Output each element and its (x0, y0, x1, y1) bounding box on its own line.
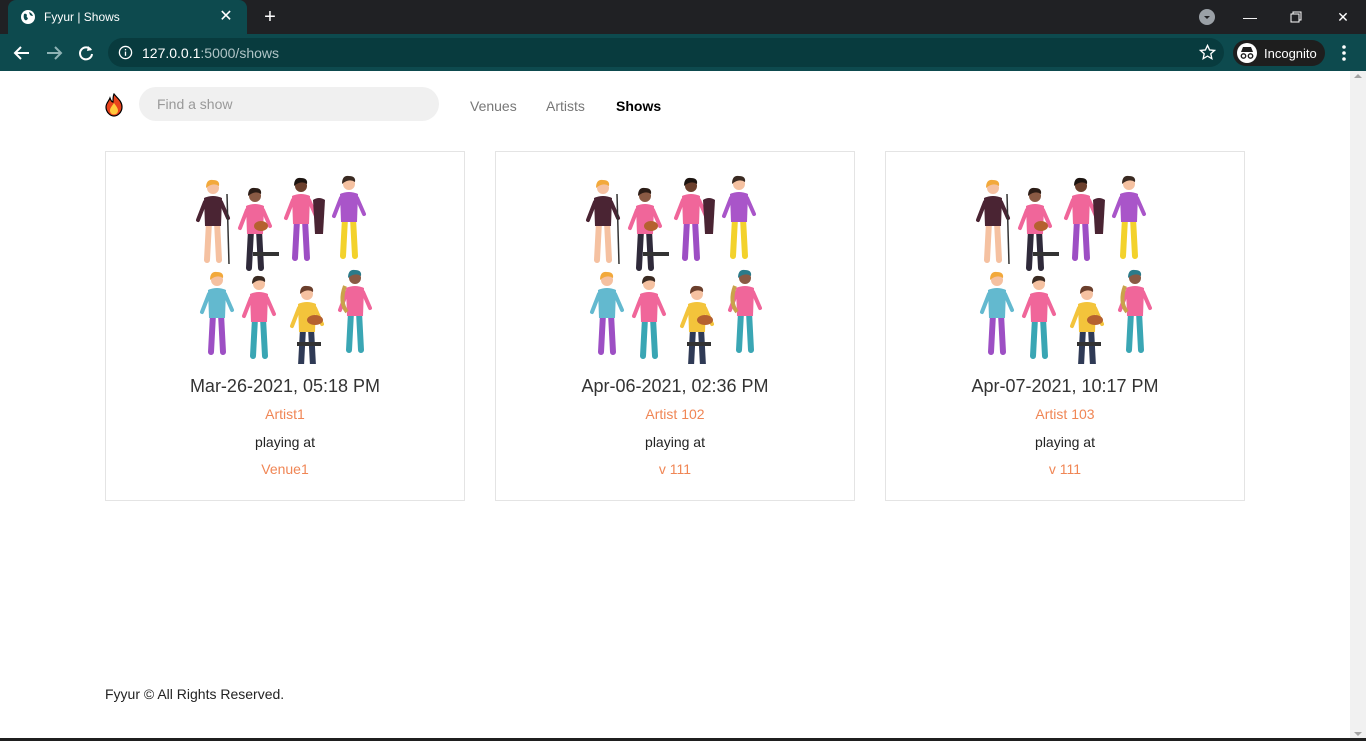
show-date: Apr-07-2021, 10:17 PM (971, 376, 1159, 396)
show-venue-link[interactable]: Venue1 (106, 461, 464, 477)
show-artist-link[interactable]: Artist 103 (886, 406, 1244, 422)
scroll-up-icon[interactable] (1354, 74, 1362, 78)
bookmark-star-icon[interactable] (1199, 44, 1216, 61)
tab-title: Fyyur | Shows (44, 10, 120, 24)
url-text: 127.0.0.1:5000/shows (142, 45, 279, 61)
url-path: :5000/shows (200, 45, 279, 61)
nav-link-venues[interactable]: Venues (470, 98, 517, 114)
info-icon[interactable] (118, 45, 133, 60)
nav-link-shows[interactable]: Shows (616, 98, 661, 114)
show-card[interactable]: Apr-07-2021, 10:17 PM Artist 103 playing… (885, 151, 1245, 501)
musicians-illustration (586, 175, 762, 364)
incognito-icon (1237, 43, 1257, 63)
tab-search-icon[interactable] (1199, 9, 1215, 25)
address-bar[interactable]: 127.0.0.1:5000/shows (108, 38, 1224, 67)
globe-icon (21, 10, 35, 24)
page-viewport: Venues Artists Shows Mar-26-2021, 05:18 … (0, 71, 1350, 739)
page-scrollbar[interactable] (1350, 71, 1366, 739)
show-date: Apr-06-2021, 02:36 PM (581, 376, 769, 396)
forward-icon[interactable] (40, 39, 68, 67)
show-card[interactable]: Apr-06-2021, 02:36 PM Artist 102 playing… (495, 151, 855, 501)
playing-at-text: playing at (645, 434, 705, 450)
browser-tab-strip: Fyyur | Shows ✕ + — ✕ (0, 0, 1366, 34)
playing-at-text: playing at (255, 434, 315, 450)
incognito-label: Incognito (1264, 45, 1317, 61)
minimize-icon[interactable]: — (1227, 0, 1273, 34)
back-icon[interactable] (8, 39, 36, 67)
tab-close-icon[interactable]: ✕ (217, 8, 235, 26)
fire-logo-icon[interactable] (104, 93, 124, 117)
scroll-down-icon[interactable] (1354, 732, 1362, 736)
url-host: 127.0.0.1 (142, 45, 201, 61)
show-card[interactable]: Mar-26-2021, 05:18 PM Artist1 playing at… (105, 151, 465, 501)
kebab-menu-icon[interactable] (1334, 42, 1354, 64)
incognito-badge[interactable]: Incognito (1233, 40, 1325, 66)
footer-copyright: Fyyur © All Rights Reserved. (105, 686, 285, 702)
new-tab-icon[interactable]: + (258, 5, 282, 29)
close-window-icon[interactable]: ✕ (1320, 0, 1366, 34)
show-artist-link[interactable]: Artist 102 (496, 406, 854, 422)
playing-at-text: playing at (1035, 434, 1095, 450)
show-artist-link[interactable]: Artist1 (106, 406, 464, 422)
musicians-illustration (196, 175, 372, 364)
show-date: Mar-26-2021, 05:18 PM (189, 376, 381, 396)
browser-toolbar: 127.0.0.1:5000/shows Incognito (0, 34, 1366, 71)
show-venue-link[interactable]: v 111 (496, 461, 854, 477)
search-input[interactable] (139, 87, 439, 121)
restore-icon[interactable] (1273, 0, 1319, 34)
reload-icon[interactable] (72, 39, 100, 67)
nav-link-artists[interactable]: Artists (546, 98, 585, 114)
browser-tab[interactable]: Fyyur | Shows ✕ (8, 0, 247, 34)
musicians-illustration (976, 175, 1152, 364)
show-venue-link[interactable]: v 111 (886, 461, 1244, 477)
